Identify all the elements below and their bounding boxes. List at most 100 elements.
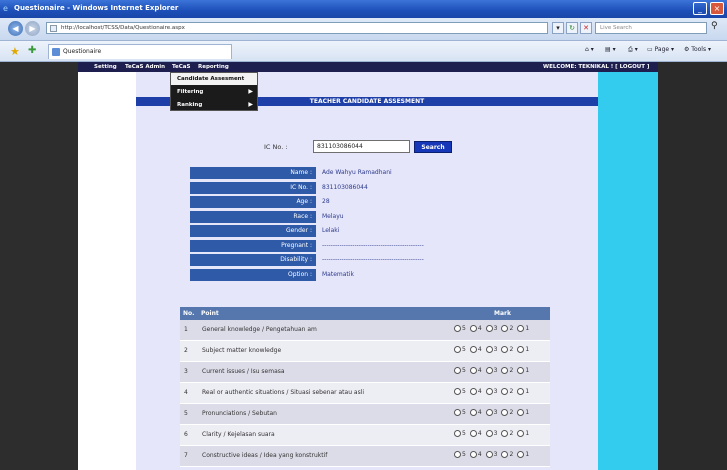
row-number: 6 xyxy=(184,431,188,438)
address-bar-row: ◀ ▶ http://localhost/TCSS/Data/Questiona… xyxy=(0,18,727,41)
mark-radio-1[interactable]: 1 xyxy=(517,451,529,458)
mark-radio-5[interactable]: 5 xyxy=(454,367,466,374)
menu-label: Filtering xyxy=(177,89,204,95)
page-menu-button[interactable]: ▭ Page ▾ xyxy=(647,46,674,53)
row-point: Clarity / Kejelasan suara xyxy=(202,431,275,438)
info-label: Disability : xyxy=(190,254,316,266)
mark-radio-4[interactable]: 4 xyxy=(469,388,482,395)
row-number: 3 xyxy=(184,368,188,375)
window-titlebar: e Questionaire - Windows Internet Explor… xyxy=(0,0,727,18)
tab-label: Questionaire xyxy=(63,48,102,55)
table-row: 4 Real or authentic situations / Situasi … xyxy=(180,383,550,404)
row-number: 7 xyxy=(184,452,188,459)
mark-radio-5[interactable]: 5 xyxy=(454,325,466,332)
row-point: Subject matter knowledge xyxy=(202,347,282,354)
mark-radio-2[interactable]: 2 xyxy=(501,451,513,458)
info-label: IC No. : xyxy=(190,181,316,194)
row-number: 4 xyxy=(184,389,188,396)
print-icon[interactable]: ⎙ ▾ xyxy=(628,46,638,54)
row-point: Constructive ideas / Idea yang konstrukt… xyxy=(202,452,328,459)
mark-radio-4[interactable]: 4 xyxy=(469,409,482,416)
row-number: 5 xyxy=(184,410,188,417)
mark-radio-3[interactable]: 3 xyxy=(485,451,497,458)
mark-radio-group: 54321 xyxy=(454,430,533,437)
tab-bar: ★ ✚ Questionaire ⌂ ▾ ▤ ▾ ⎙ ▾ ▭ Page ▾ ⚙ … xyxy=(0,41,727,62)
add-favorites-icon[interactable]: ✚ xyxy=(28,45,36,56)
right-margin xyxy=(658,62,727,470)
mark-radio-1[interactable]: 1 xyxy=(517,367,529,374)
menu-item-ranking[interactable]: Ranking ▶ xyxy=(171,99,257,111)
live-search-input[interactable]: Live Search xyxy=(595,22,707,34)
mark-radio-1[interactable]: 1 xyxy=(517,430,529,437)
address-dropdown-button[interactable]: ▾ xyxy=(552,22,564,34)
table-row: 1 General knowledge / Pengetahuan am 5 4 3 2 1 xyxy=(180,320,550,341)
forward-button[interactable]: ▶ xyxy=(25,21,40,36)
mark-radio-5[interactable]: 5 xyxy=(454,346,466,353)
info-label: Age : xyxy=(190,196,316,208)
submenu-arrow-icon: ▶ xyxy=(248,88,253,95)
mark-radio-3[interactable]: 3 xyxy=(485,430,497,437)
mark-radio-2[interactable]: 2 xyxy=(501,346,513,353)
info-label: Gender : xyxy=(190,225,316,237)
feeds-icon[interactable]: ▤ ▾ xyxy=(605,46,616,53)
search-icon[interactable]: ⚲ xyxy=(711,21,718,31)
stop-button[interactable]: ✕ xyxy=(580,22,592,34)
tecas-dropdown-menu: Candidate Assesment Filtering ▶ Ranking ▶ xyxy=(170,72,258,111)
mark-radio-3[interactable]: 3 xyxy=(485,388,497,395)
info-value: ----------------------------------------… xyxy=(322,241,424,249)
ic-number-input[interactable]: 831103086044 xyxy=(313,140,410,153)
favorites-star-icon[interactable]: ★ xyxy=(10,45,20,58)
mark-radio-3[interactable]: 3 xyxy=(485,325,497,332)
nav-item-tecas[interactable]: TeCaS xyxy=(172,64,190,70)
welcome-logout[interactable]: WELCOME: TEKNIKAL ! [ LOGOUT ] xyxy=(543,64,649,70)
home-icon[interactable]: ⌂ ▾ xyxy=(585,46,594,53)
mark-radio-4[interactable]: 4 xyxy=(469,325,482,332)
mark-radio-1[interactable]: 1 xyxy=(517,346,529,353)
nav-item-reporting[interactable]: Reporting xyxy=(198,64,229,70)
mark-radio-5[interactable]: 5 xyxy=(454,430,466,437)
mark-radio-4[interactable]: 4 xyxy=(469,451,482,458)
mark-radio-2[interactable]: 2 xyxy=(501,409,513,416)
mark-radio-4[interactable]: 4 xyxy=(469,430,482,437)
mark-radio-3[interactable]: 3 xyxy=(485,367,497,374)
info-value: ----------------------------------------… xyxy=(322,256,424,263)
mark-radio-2[interactable]: 2 xyxy=(501,430,513,437)
menu-label: Candidate Assesment xyxy=(177,76,245,82)
mark-radio-group: 54321 xyxy=(454,409,533,416)
page-menu-label: Page xyxy=(654,46,670,53)
mark-radio-1[interactable]: 1 xyxy=(517,388,529,395)
mark-radio-4[interactable]: 4 xyxy=(469,367,482,374)
close-button[interactable]: × xyxy=(710,2,724,15)
window-title: Questionaire - Windows Internet Explorer xyxy=(14,4,179,12)
minimize-button[interactable]: _ xyxy=(693,2,707,15)
tab-questionaire[interactable]: Questionaire xyxy=(48,44,232,59)
mark-radio-2[interactable]: 2 xyxy=(501,367,513,374)
mark-radio-4[interactable]: 4 xyxy=(469,346,482,353)
mark-radio-3[interactable]: 3 xyxy=(485,409,497,416)
mark-radio-1[interactable]: 1 xyxy=(517,325,529,332)
mark-radio-2[interactable]: 2 xyxy=(501,388,513,395)
mark-radio-5[interactable]: 5 xyxy=(454,451,466,458)
info-label: Name : xyxy=(190,167,316,179)
mark-radio-1[interactable]: 1 xyxy=(517,409,529,416)
nav-item-setting[interactable]: Setting xyxy=(94,64,117,70)
row-point: Real or authentic situations / Situasi s… xyxy=(202,389,365,396)
info-label: Pregnant : xyxy=(190,239,316,252)
url-input[interactable]: http://localhost/TCSS/Data/Questionaire.… xyxy=(46,22,548,34)
menu-item-candidate-assesment[interactable]: Candidate Assesment xyxy=(171,73,257,85)
tools-menu-button[interactable]: ⚙ Tools ▾ xyxy=(684,46,711,53)
mark-radio-5[interactable]: 5 xyxy=(454,409,466,416)
mark-radio-5[interactable]: 5 xyxy=(454,388,466,395)
url-text: http://localhost/TCSS/Data/Questionaire.… xyxy=(61,25,185,31)
ie-logo-icon: e xyxy=(3,4,8,13)
nav-item-tecas-admin[interactable]: TeCaS Admin xyxy=(125,64,165,70)
submenu-arrow-icon: ▶ xyxy=(248,101,253,108)
back-button[interactable]: ◀ xyxy=(8,21,23,36)
menu-item-filtering[interactable]: Filtering ▶ xyxy=(171,86,257,98)
mark-radio-2[interactable]: 2 xyxy=(501,325,513,332)
tools-menu-label: Tools xyxy=(691,46,707,53)
tab-favicon-icon xyxy=(52,48,60,56)
mark-radio-3[interactable]: 3 xyxy=(485,346,497,353)
refresh-button[interactable]: ↻ xyxy=(566,22,578,34)
search-button[interactable]: Search xyxy=(414,141,452,153)
